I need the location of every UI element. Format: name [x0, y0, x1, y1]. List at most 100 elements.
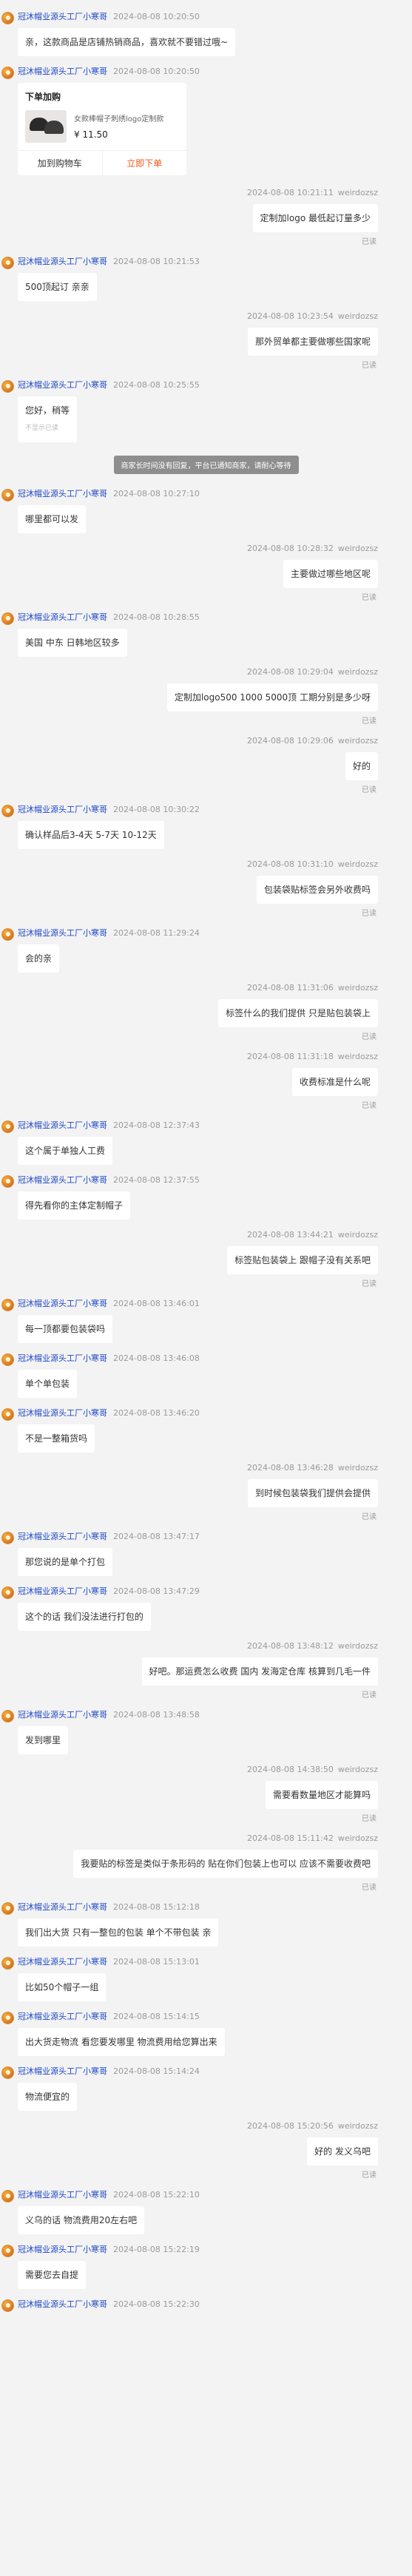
message-bubble: 收费标准是什么呢	[291, 1068, 378, 1096]
message-bubble: 我要贴的标签是类似于条形码的 贴在你们包装上也可以 应该不需要收费吧	[73, 1850, 378, 1878]
shop-avatar[interactable]	[1, 928, 14, 941]
shop-message: 冠沐帽业源头工厂小寒哥 2024-08-08 15:22:30	[0, 2298, 412, 2312]
product-card[interactable]: 下单加购 女款棒帽子刺绣logo定制款 ¥ 11.50 加到购物车 立即下单	[18, 83, 186, 175]
shop-avatar[interactable]	[1, 2066, 14, 2079]
shop-avatar[interactable]	[1, 1532, 14, 1544]
message-time: 2024-08-08 10:20:50	[113, 12, 200, 21]
sender-name[interactable]: 冠沐帽业源头工厂小寒哥	[18, 67, 107, 76]
customer-message: 2024-08-08 15:20:56 weirdozsz 好的 发义乌吧 已读	[0, 2120, 412, 2180]
shop-avatar[interactable]	[1, 2245, 14, 2257]
shop-avatar[interactable]	[1, 489, 14, 501]
sender-name[interactable]: 冠沐帽业源头工厂小寒哥	[18, 1353, 107, 1363]
sender-name[interactable]: 冠沐帽业源头工厂小寒哥	[18, 1532, 107, 1541]
shop-avatar[interactable]	[1, 2190, 14, 2203]
message-time: 2024-08-08 13:44:21	[247, 1230, 334, 1240]
message-meta: 2024-08-08 11:31:06 weirdozsz	[0, 981, 378, 995]
message-bubble: 单个单包装	[18, 1370, 78, 1398]
shop-avatar[interactable]	[1, 1120, 14, 1133]
shop-avatar[interactable]	[1, 67, 14, 79]
sender-name[interactable]: 冠沐帽业源头工厂小寒哥	[18, 612, 107, 622]
message-time: 2024-08-08 15:22:30	[113, 2299, 200, 2309]
message-time: 2024-08-08 10:31:10	[247, 859, 334, 869]
message-bubble: 定制加logo 最低起订量多少	[252, 204, 378, 232]
sender-name[interactable]: 冠沐帽业源头工厂小寒哥	[18, 257, 107, 266]
message-bubble: 好吧。那运费怎么收费 国内 发海定仓库 核算到几毛一件	[141, 1657, 378, 1686]
message-meta: 冠沐帽业源头工厂小寒哥 2024-08-08 15:14:15	[18, 2010, 382, 2024]
sender-name[interactable]: 冠沐帽业源头工厂小寒哥	[18, 2245, 107, 2254]
shop-message: 冠沐帽业源头工厂小寒哥 2024-08-08 15:14:15 出大货走物流 看您要…	[0, 2010, 412, 2056]
message-time: 2024-08-08 13:47:17	[113, 1532, 200, 1541]
message-meta: 冠沐帽业源头工厂小寒哥 2024-08-08 15:14:24	[18, 2065, 382, 2078]
shop-avatar[interactable]	[1, 1353, 14, 1366]
shop-avatar[interactable]	[1, 805, 14, 817]
message-bubble: 定制加logo500 1000 5000顶 工期分别是多少呀	[166, 683, 378, 711]
message-meta: 2024-08-08 11:31:18 weirdozsz	[0, 1050, 378, 1064]
sender-name[interactable]: 冠沐帽业源头工厂小寒哥	[18, 1710, 107, 1720]
sender-name[interactable]: 冠沐帽业源头工厂小寒哥	[18, 1175, 107, 1185]
shop-avatar[interactable]	[1, 1902, 14, 1915]
add-to-cart-button[interactable]: 加到购物车	[18, 151, 102, 175]
shop-avatar[interactable]	[1, 1175, 14, 1188]
message-time: 2024-08-08 15:11:42	[247, 1833, 334, 1843]
shop-avatar[interactable]	[1, 257, 14, 269]
product-card-body[interactable]: 女款棒帽子刺绣logo定制款 ¥ 11.50	[18, 107, 186, 150]
sender-name[interactable]: 冠沐帽业源头工厂小寒哥	[18, 1299, 107, 1308]
message-meta: 2024-08-08 10:23:54 weirdozsz	[0, 310, 378, 323]
message-time: 2024-08-08 15:12:18	[113, 1902, 200, 1912]
sender-name[interactable]: 冠沐帽业源头工厂小寒哥	[18, 2066, 107, 2076]
shop-message: 冠沐帽业源头工厂小寒哥 2024-08-08 12:37:55 得先看你的主体定制帽…	[0, 1174, 412, 1220]
sender-name[interactable]: 冠沐帽业源头工厂小寒哥	[18, 1120, 107, 1130]
message-bubble: 会的亲	[18, 944, 60, 973]
product-thumbnail[interactable]	[25, 110, 67, 143]
shop-avatar[interactable]	[1, 1586, 14, 1599]
sender-name[interactable]: 冠沐帽业源头工厂小寒哥	[18, 928, 107, 938]
sender-name[interactable]: 冠沐帽业源头工厂小寒哥	[18, 1408, 107, 1418]
product-name[interactable]: 女款棒帽子刺绣logo定制款	[74, 115, 163, 125]
message-time: 2024-08-08 11:31:06	[247, 983, 334, 993]
shop-avatar[interactable]	[1, 380, 14, 393]
read-status: 已读	[362, 1102, 376, 1110]
shop-avatar[interactable]	[1, 1299, 14, 1311]
message-meta: 冠沐帽业源头工厂小寒哥 2024-08-08 10:30:22	[18, 803, 382, 817]
product-card-actions: 加到购物车 立即下单	[18, 150, 186, 175]
sender-name[interactable]: 冠沐帽业源头工厂小寒哥	[18, 2299, 107, 2309]
message-bubble: 标签什么的我们提供 只是贴包装袋上	[218, 999, 378, 1027]
message-time: 2024-08-08 13:46:08	[113, 1353, 200, 1363]
read-status: 已读	[362, 238, 376, 246]
shop-message: 冠沐帽业源头工厂小寒哥 2024-08-08 15:13:01 比如50个帽子一组	[0, 1955, 412, 2001]
sender-name[interactable]: 冠沐帽业源头工厂小寒哥	[18, 1957, 107, 1967]
message-time: 2024-08-08 11:29:24	[113, 928, 200, 938]
message-bubble: 这个属于单独人工费	[18, 1137, 113, 1165]
shop-avatar[interactable]	[1, 12, 14, 24]
shop-avatar[interactable]	[1, 2299, 14, 2312]
customer-name: weirdozsz	[337, 544, 378, 553]
product-info: 女款棒帽子刺绣logo定制款 ¥ 11.50	[67, 110, 163, 143]
sender-name[interactable]: 冠沐帽业源头工厂小寒哥	[18, 1586, 107, 1596]
sender-name[interactable]: 冠沐帽业源头工厂小寒哥	[18, 1902, 107, 1912]
shop-avatar[interactable]	[1, 612, 14, 625]
sender-name[interactable]: 冠沐帽业源头工厂小寒哥	[18, 489, 107, 498]
shop-avatar[interactable]	[1, 2012, 14, 2024]
message-meta: 冠沐帽业源头工厂小寒哥 2024-08-08 10:20:50	[18, 10, 382, 24]
customer-name: weirdozsz	[337, 859, 378, 869]
sender-name[interactable]: 冠沐帽业源头工厂小寒哥	[18, 805, 107, 814]
message-meta: 2024-08-08 13:46:28 weirdozsz	[0, 1461, 378, 1475]
shop-avatar[interactable]	[1, 1710, 14, 1723]
message-bubble: 每一顶都要包装袋吗	[18, 1315, 113, 1343]
sender-name[interactable]: 冠沐帽业源头工厂小寒哥	[18, 2190, 107, 2200]
read-status: 已读	[362, 1033, 376, 1041]
read-status: 已读	[362, 717, 376, 726]
shop-avatar[interactable]	[1, 1957, 14, 1970]
shop-message: 冠沐帽业源头工厂小寒哥 2024-08-08 15:14:24 物流便宜的	[0, 2065, 412, 2111]
buy-now-button[interactable]: 立即下单	[101, 151, 187, 175]
sender-name[interactable]: 冠沐帽业源头工厂小寒哥	[18, 2012, 107, 2021]
shop-message: 冠沐帽业源头工厂小寒哥 2024-08-08 13:47:17 那您说的是单个打包	[0, 1530, 412, 1576]
message-time: 2024-08-08 15:13:01	[113, 1957, 200, 1967]
read-status: 已读	[362, 1280, 376, 1288]
message-time: 2024-08-08 10:30:22	[113, 805, 200, 814]
message-meta: 2024-08-08 10:29:06 weirdozsz	[0, 734, 378, 748]
shop-avatar[interactable]	[1, 1408, 14, 1421]
sender-name[interactable]: 冠沐帽业源头工厂小寒哥	[18, 12, 107, 21]
sender-name[interactable]: 冠沐帽业源头工厂小寒哥	[18, 380, 107, 390]
message-bubble: 物流便宜的	[18, 2083, 78, 2111]
